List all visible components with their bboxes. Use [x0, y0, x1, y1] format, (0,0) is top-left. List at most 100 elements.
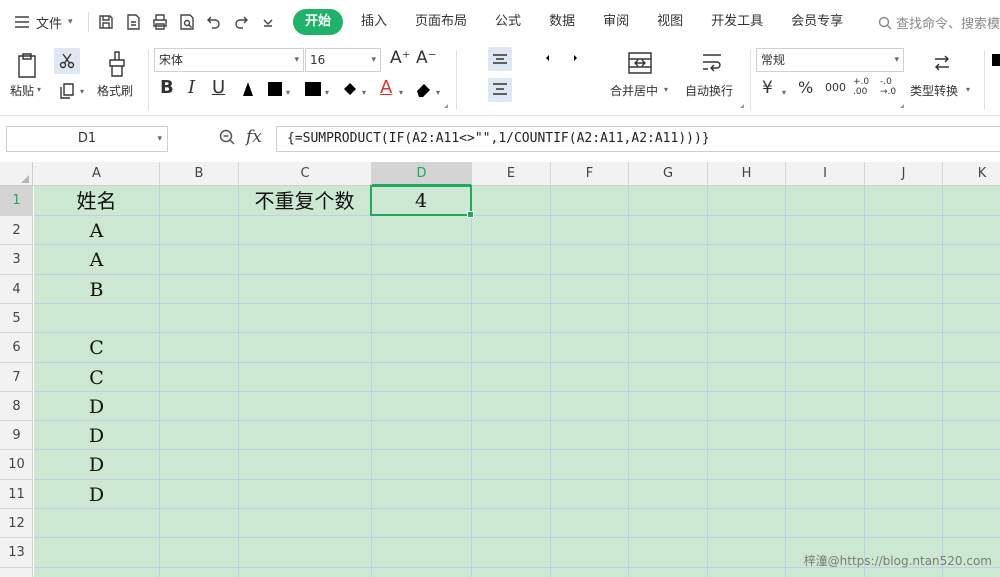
row-header-11[interactable]: 11	[0, 480, 33, 509]
eraser-icon[interactable]	[414, 80, 434, 98]
column-header-g[interactable]: G	[629, 162, 708, 186]
tab-home[interactable]: 开始	[293, 9, 344, 35]
tab-page-layout[interactable]: 页面布局	[401, 9, 481, 35]
row-header-8[interactable]: 8	[0, 392, 33, 421]
more-tools-icon[interactable]	[990, 52, 1000, 68]
align-left-icon[interactable]	[464, 82, 482, 98]
currency-dropdown-icon[interactable]: ▾	[782, 88, 786, 97]
percent-button[interactable]: %	[798, 78, 813, 97]
cell-a7[interactable]: C	[34, 362, 159, 391]
column-header-a[interactable]: A	[34, 162, 160, 186]
convert-dropdown-icon[interactable]: ▾	[966, 85, 970, 94]
undo-icon[interactable]	[205, 13, 223, 31]
row-header-6[interactable]: 6	[0, 333, 33, 363]
redo-icon[interactable]	[232, 13, 250, 31]
justify-icon[interactable]	[544, 82, 562, 98]
row-header-4[interactable]: 4	[0, 275, 33, 304]
column-header-i[interactable]: I	[786, 162, 865, 186]
row-header-3[interactable]: 3	[0, 245, 33, 275]
column-header-b[interactable]: B	[160, 162, 239, 186]
font-color-button[interactable]: A	[380, 77, 392, 98]
increase-indent-icon[interactable]	[572, 50, 592, 66]
italic-button[interactable]: I	[188, 77, 195, 98]
name-box[interactable]: D1 ▾	[6, 126, 168, 152]
decrease-indent-icon[interactable]	[544, 50, 564, 66]
insert-function-icon[interactable]: fx	[246, 127, 262, 147]
cell-a6[interactable]: C	[34, 332, 159, 362]
tab-member[interactable]: 会员专享	[777, 9, 857, 35]
row-header-13[interactable]: 13	[0, 538, 33, 568]
wrap-text-button[interactable]	[697, 48, 727, 78]
clear-dropdown-icon[interactable]: ▾	[436, 88, 440, 97]
row-header-2[interactable]: 2	[0, 216, 33, 245]
tab-review[interactable]: 审阅	[589, 9, 643, 35]
tab-developer[interactable]: 开发工具	[697, 9, 777, 35]
row-header-7[interactable]: 7	[0, 363, 33, 392]
cell-a1[interactable]: 姓名	[34, 186, 159, 215]
command-search[interactable]: 查找命令、搜索模	[878, 13, 1000, 32]
export-pdf-icon[interactable]	[124, 13, 142, 31]
distributed-align-icon[interactable]	[572, 80, 592, 98]
cell-style-dropdown-icon[interactable]: ▾	[325, 88, 329, 97]
cell-a4[interactable]: B	[34, 274, 159, 303]
tab-view[interactable]: 视图	[643, 9, 697, 35]
increase-font-icon[interactable]: A⁺	[390, 48, 411, 68]
column-header-h[interactable]: H	[708, 162, 786, 186]
save-icon[interactable]	[97, 13, 115, 31]
file-menu[interactable]: 文件 ▾	[0, 13, 88, 32]
underline-button[interactable]: U	[212, 77, 225, 98]
merge-center-button[interactable]	[625, 48, 655, 78]
column-header-d[interactable]: D	[372, 162, 472, 186]
thousands-separator-button[interactable]: 000	[825, 81, 846, 94]
align-top-icon[interactable]	[464, 50, 482, 66]
row-header-5[interactable]: 5	[0, 304, 33, 333]
row-header-1[interactable]: 1	[0, 186, 33, 216]
column-header-f[interactable]: F	[551, 162, 629, 186]
cell-a8[interactable]: D	[34, 391, 159, 420]
cell-style-icon[interactable]	[303, 80, 323, 98]
align-right-icon[interactable]	[518, 82, 536, 98]
cell-a2[interactable]: A	[34, 215, 159, 244]
font-size-select[interactable]: 16 ▾	[305, 48, 381, 72]
active-cell-selection[interactable]	[370, 185, 474, 218]
decrease-font-icon[interactable]: A⁻	[416, 48, 437, 68]
increase-decimal-button[interactable]: +.0 .00	[853, 77, 869, 97]
paste-button[interactable]	[12, 50, 42, 80]
row-header-9[interactable]: 9	[0, 421, 33, 450]
cell-a5[interactable]	[34, 303, 159, 332]
customize-toolbar-icon[interactable]	[259, 13, 277, 31]
align-middle-button[interactable]	[488, 47, 512, 71]
cell-c1[interactable]: 不重复个数	[238, 186, 371, 215]
number-dialog-launcher[interactable]	[900, 104, 904, 108]
convert-type-button[interactable]	[927, 48, 957, 78]
column-header-k[interactable]: K	[943, 162, 1000, 186]
column-header-e[interactable]: E	[472, 162, 551, 186]
copy-dropdown-icon[interactable]: ▾	[80, 87, 84, 96]
column-header-j[interactable]: J	[865, 162, 943, 186]
fill-color-dropdown-icon[interactable]: ▾	[362, 88, 366, 97]
align-center-button[interactable]	[488, 78, 512, 102]
tab-insert[interactable]: 插入	[347, 9, 401, 35]
print-icon[interactable]	[151, 13, 169, 31]
row-header-10[interactable]: 10	[0, 450, 33, 480]
font-name-select[interactable]: 宋体 ▾	[154, 48, 304, 72]
cell-a11[interactable]: D	[34, 479, 159, 508]
border-dropdown-icon[interactable]: ▾	[286, 88, 290, 97]
cell-a9[interactable]: D	[34, 420, 159, 449]
currency-button[interactable]: ¥	[762, 78, 773, 98]
font-dialog-launcher[interactable]	[444, 104, 448, 108]
alignment-dialog-launcher[interactable]	[740, 104, 744, 108]
font-color-dropdown-icon[interactable]: ▾	[399, 88, 403, 97]
print-preview-icon[interactable]	[178, 13, 196, 31]
bold-button[interactable]: B	[160, 77, 174, 98]
align-bottom-icon[interactable]	[518, 50, 536, 66]
zoom-icon[interactable]	[218, 128, 236, 146]
border-icon[interactable]	[266, 80, 284, 98]
decrease-decimal-button[interactable]: -.0 →.0	[880, 77, 896, 97]
cell-a10[interactable]: D	[34, 449, 159, 479]
format-painter-button[interactable]	[103, 48, 131, 80]
paste-dropdown-icon[interactable]: ▾	[37, 85, 41, 94]
formula-input[interactable]: {=SUMPRODUCT(IF(A2:A11<>"",1/COUNTIF(A2:…	[276, 126, 1000, 152]
copy-button[interactable]	[56, 80, 78, 102]
cell-a3[interactable]: A	[34, 244, 159, 274]
